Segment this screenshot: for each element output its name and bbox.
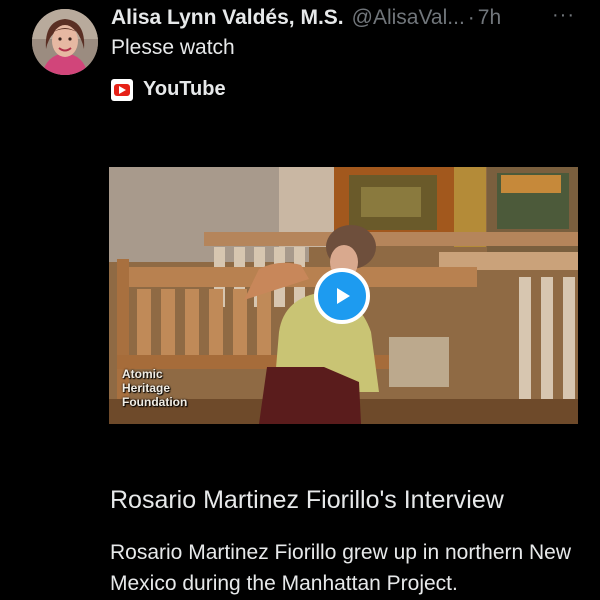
author-name[interactable]: Alisa Lynn Valdés, M.S. (111, 6, 344, 30)
video-watermark: Atomic Heritage Foundation (122, 367, 187, 409)
more-dots-icon[interactable]: ··· (552, 4, 575, 27)
card-description: Rosario Martinez Fiorillo grew up in nor… (110, 541, 572, 595)
watermark-line: Heritage (122, 381, 171, 395)
watermark-line: Foundation (122, 395, 188, 409)
tweet-header: Alisa Lynn Valdés, M.S. @AlisaVal... · 7… (111, 6, 501, 34)
tweet-text: Plesse watch (111, 36, 235, 59)
link-source[interactable]: YouTube (111, 78, 226, 101)
tweet-timestamp[interactable]: 7h (478, 6, 501, 30)
youtube-icon (111, 78, 133, 101)
video-thumbnail[interactable]: Atomic Heritage Foundation (109, 167, 578, 424)
author-handle[interactable]: @AlisaVal... (352, 6, 465, 30)
watermark-line: Atomic (122, 367, 163, 381)
card-title[interactable]: Rosario Martinez Fiorillo's Interview (110, 486, 504, 515)
play-icon (337, 288, 350, 304)
source-label: YouTube (143, 78, 226, 100)
play-button[interactable] (314, 268, 370, 324)
avatar-image (32, 9, 98, 75)
separator-dot: · (467, 6, 475, 29)
author-avatar[interactable] (32, 9, 98, 75)
